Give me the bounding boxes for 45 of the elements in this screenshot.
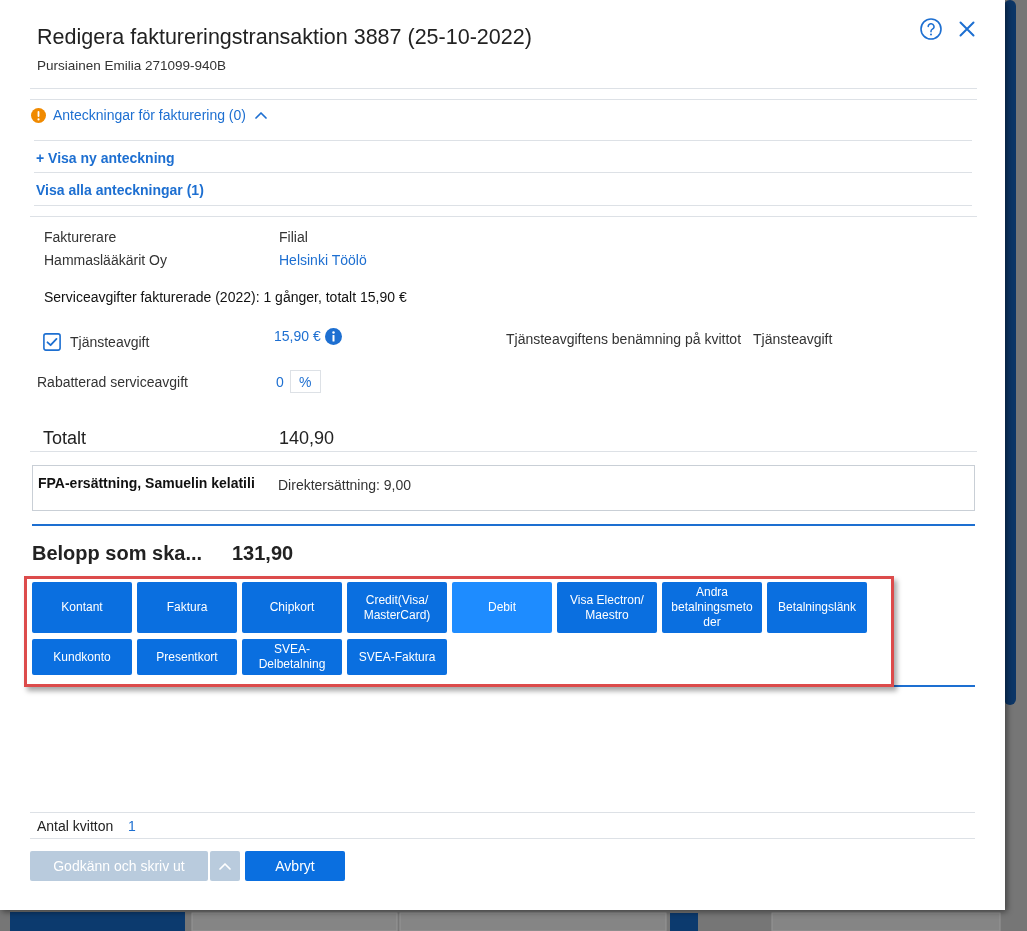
background-page-block (670, 913, 698, 931)
info-icon[interactable] (324, 327, 342, 345)
notes-toggle[interactable]: Anteckningar för fakturering (0) (53, 107, 246, 123)
total-label: Totalt (43, 427, 88, 450)
dialog-title: Redigera faktureringstransaktion 3887 (25-10-2022) (37, 24, 532, 51)
discount-value[interactable]: 0 (276, 373, 284, 390)
payment-method-button[interactable]: Betalningslänk (767, 582, 867, 633)
amount-due-label: Belopp som ska... (32, 541, 204, 566)
branch-link[interactable]: Helsinki Töölö (279, 249, 367, 272)
payment-method-button[interactable]: SVEA-Faktura (347, 639, 447, 675)
checkbox[interactable] (43, 333, 61, 351)
unit-toggle[interactable]: % (289, 370, 321, 393)
close-icon[interactable] (959, 21, 975, 37)
discount-label: Rabatterad serviceavgift (37, 373, 189, 390)
payment-method-button[interactable]: Kontant (32, 582, 132, 633)
fee-amount: 15,90 € (274, 328, 321, 344)
field-label: Filial (279, 228, 309, 247)
payment-method-button[interactable]: Presentkort (137, 639, 237, 675)
reimbursement-name: FPA-ersättning, Samuelin kelatili (38, 474, 256, 493)
payment-method-button[interactable]: SVEA-Delbetalning (242, 639, 342, 675)
payment-method-button[interactable]: Kundkonto (32, 639, 132, 675)
payment-method-button[interactable]: Credit(Visa/MasterCard) (347, 582, 447, 633)
payment-method-button[interactable]: Chipkort (242, 582, 342, 633)
reimbursement-detail: Direktersättning: 9,00 (278, 476, 412, 495)
chevron-up-icon[interactable] (255, 110, 267, 120)
help-icon[interactable] (920, 18, 942, 40)
payment-method-button[interactable]: Faktura (137, 582, 237, 633)
cancel-button[interactable]: Avbryt (245, 851, 345, 881)
total-value: 140,90 (279, 427, 335, 450)
notes-link[interactable]: Visa alla anteckningar (1) (36, 182, 204, 198)
field-value: Hammaslääkärit Oy (44, 251, 168, 270)
receipt-name-value: Tjänsteavgift (753, 331, 833, 347)
receipt-count-label: Antal kvitton (37, 817, 115, 834)
amount-due-value: 131,90 (232, 541, 294, 566)
payment-method-button[interactable]: Debit (452, 582, 552, 633)
receipt-name-label: Tjänsteavgiftens benämning på kvittot (506, 331, 742, 347)
fee-summary-text: Serviceavgifter fakturerade (2022): 1 gånger, totalt 15,90 € (44, 288, 408, 307)
receipt-count-value[interactable]: 1 (128, 817, 136, 834)
checkbox-label: Tjänsteavgift (70, 334, 150, 350)
notes-link[interactable]: + Visa ny anteckning (36, 149, 175, 166)
dialog-subtitle: Pursiainen Emilia 271099-940B (37, 57, 228, 75)
payment-method-button[interactable]: Visa Electron/Maestro (557, 582, 657, 633)
warning-icon (31, 107, 46, 123)
field-label: Fakturerare (44, 228, 118, 247)
payment-method-button[interactable]: Andra betalningsmetoder (662, 582, 762, 633)
